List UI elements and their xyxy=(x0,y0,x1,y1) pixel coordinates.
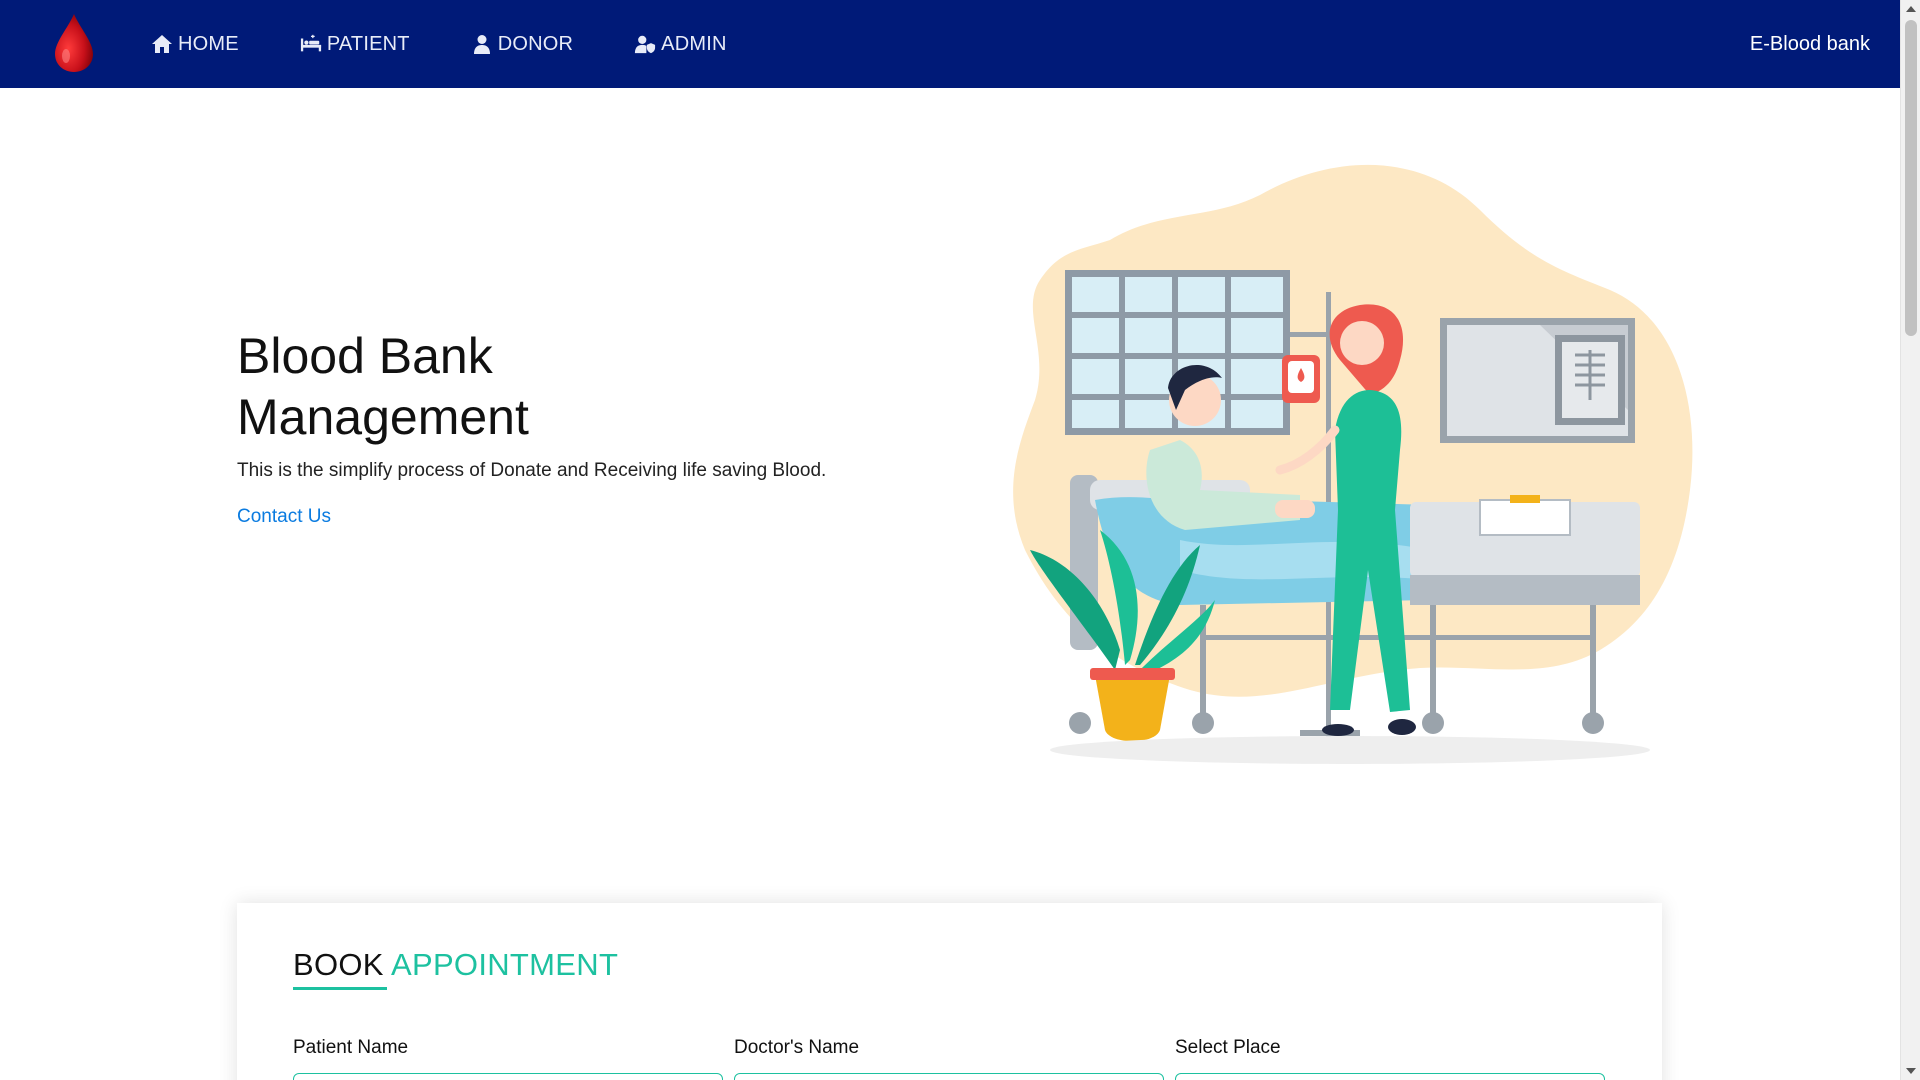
bed-icon xyxy=(299,33,323,55)
hospital-illustration xyxy=(1000,150,1700,780)
scroll-up-arrow-icon[interactable] xyxy=(1906,6,1916,12)
title-underline xyxy=(293,987,387,990)
hero-section: Blood Bank Management This is the simpli… xyxy=(237,326,937,528)
nav-item-label: PATIENT xyxy=(326,32,410,55)
brand-name[interactable]: E-Blood bank xyxy=(1750,0,1870,88)
nav-item-patient[interactable]: PATIENT xyxy=(299,33,410,56)
user-icon xyxy=(470,33,494,55)
patient-name-label: Patient Name xyxy=(293,1037,409,1058)
appointment-title-part1: BOOK xyxy=(293,947,384,982)
scrollbar-thumb[interactable] xyxy=(1905,20,1917,336)
hero-title: Blood Bank Management xyxy=(237,328,529,445)
contact-us-link[interactable]: Contact Us xyxy=(237,506,331,528)
nav-menu: HOME PATIENT DONOR ADMIN xyxy=(150,0,787,88)
doctor-name-label: Doctor's Name xyxy=(734,1037,860,1058)
user-shield-icon xyxy=(633,33,657,55)
blood-drop-icon[interactable] xyxy=(52,12,96,74)
nav-item-label: ADMIN xyxy=(661,32,727,55)
page-scrollbar[interactable] xyxy=(1900,0,1920,1080)
nav-item-home[interactable]: HOME xyxy=(150,33,239,56)
nav-item-label: DONOR xyxy=(497,32,574,55)
nav-item-donor[interactable]: DONOR xyxy=(470,33,573,56)
navbar: HOME PATIENT DONOR ADMIN E-Blood bank xyxy=(0,0,1900,88)
patient-name-input[interactable] xyxy=(293,1073,723,1080)
nav-item-admin[interactable]: ADMIN xyxy=(633,33,726,56)
select-place-input[interactable] xyxy=(1175,1073,1605,1080)
appointment-title: BOOK APPOINTMENT xyxy=(293,947,618,983)
nav-item-label: HOME xyxy=(178,32,239,55)
home-icon xyxy=(150,33,174,55)
scroll-down-arrow-icon[interactable] xyxy=(1906,1068,1916,1074)
appointment-title-part2: APPOINTMENT xyxy=(390,947,619,982)
book-appointment-card: BOOK APPOINTMENT Patient Name Doctor's N… xyxy=(237,903,1662,1080)
select-place-label: Select Place xyxy=(1175,1037,1281,1058)
hero-subtitle: This is the simplify process of Donate a… xyxy=(237,460,827,481)
doctor-name-input[interactable] xyxy=(734,1073,1164,1080)
